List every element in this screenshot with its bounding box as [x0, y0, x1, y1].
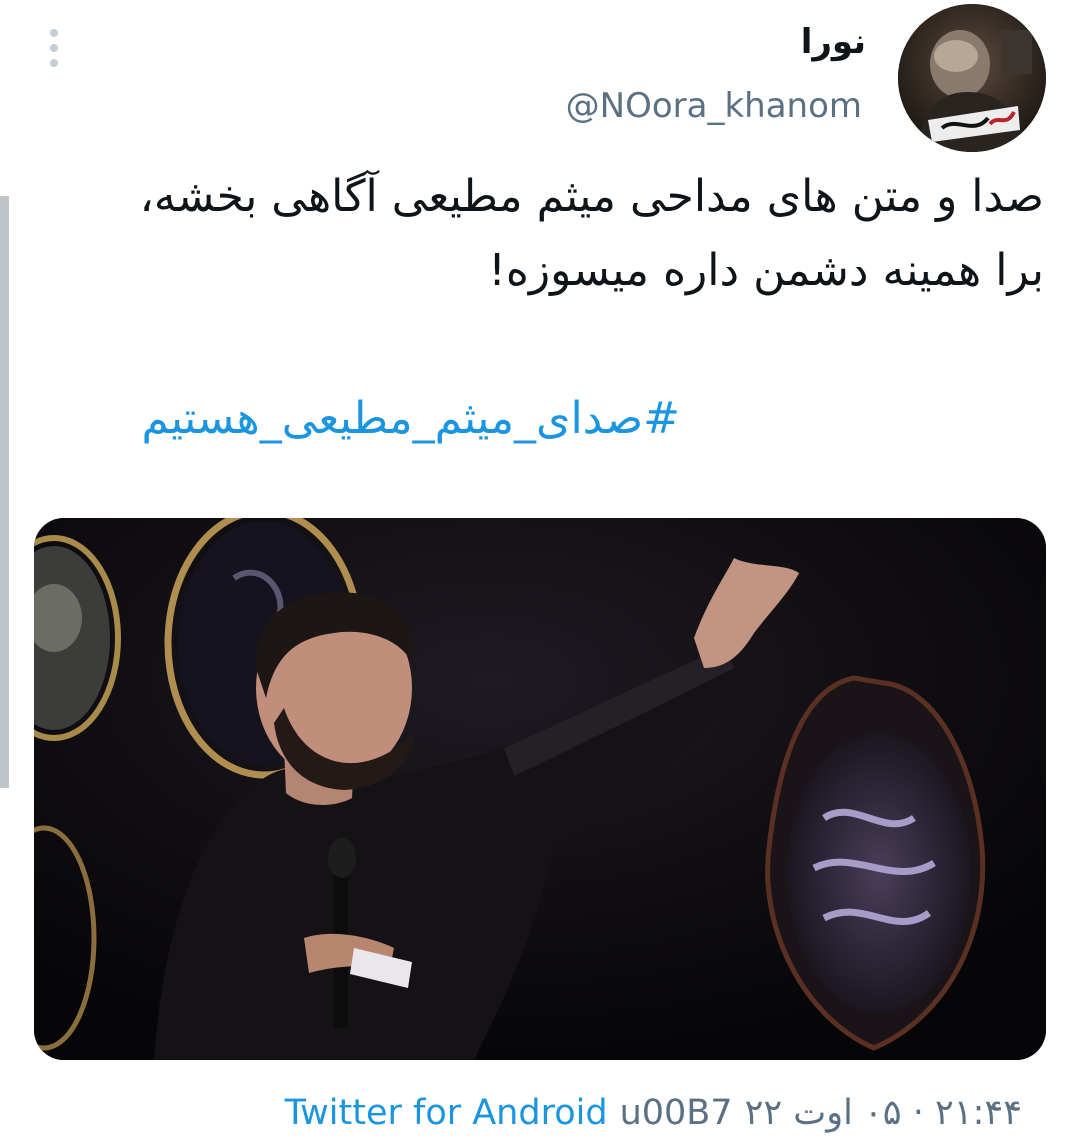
display-name[interactable]: نورا — [801, 22, 866, 62]
scroll-indicator[interactable] — [0, 196, 9, 788]
source-link[interactable]: Twitter for Android — [285, 1093, 608, 1133]
avatar[interactable] — [898, 4, 1046, 152]
more-vertical-icon — [50, 29, 58, 37]
tweet-timestamp: ۲۱:۴۴ · ۰۵ اوت ۲۲ — [744, 1093, 1022, 1133]
photo-illustration — [34, 518, 1046, 1060]
hashtag-link[interactable]: #صدای_میثم_مطیعی_هستیم — [141, 393, 680, 444]
tweet-text: صدا و متن های مداحی میثم مطیعی آگاهی بخش… — [139, 171, 1044, 296]
tweet-meta: Twitter for Android u00B7 ۲۱:۴۴ · ۰۵ اوت… — [285, 1093, 1022, 1133]
avatar-image — [898, 4, 1046, 152]
meta-separator: u00B7 — [619, 1093, 733, 1133]
tweet-media-image[interactable] — [34, 518, 1046, 1060]
more-options-button[interactable] — [36, 26, 72, 70]
username[interactable]: @NOora_khanom — [566, 86, 862, 126]
